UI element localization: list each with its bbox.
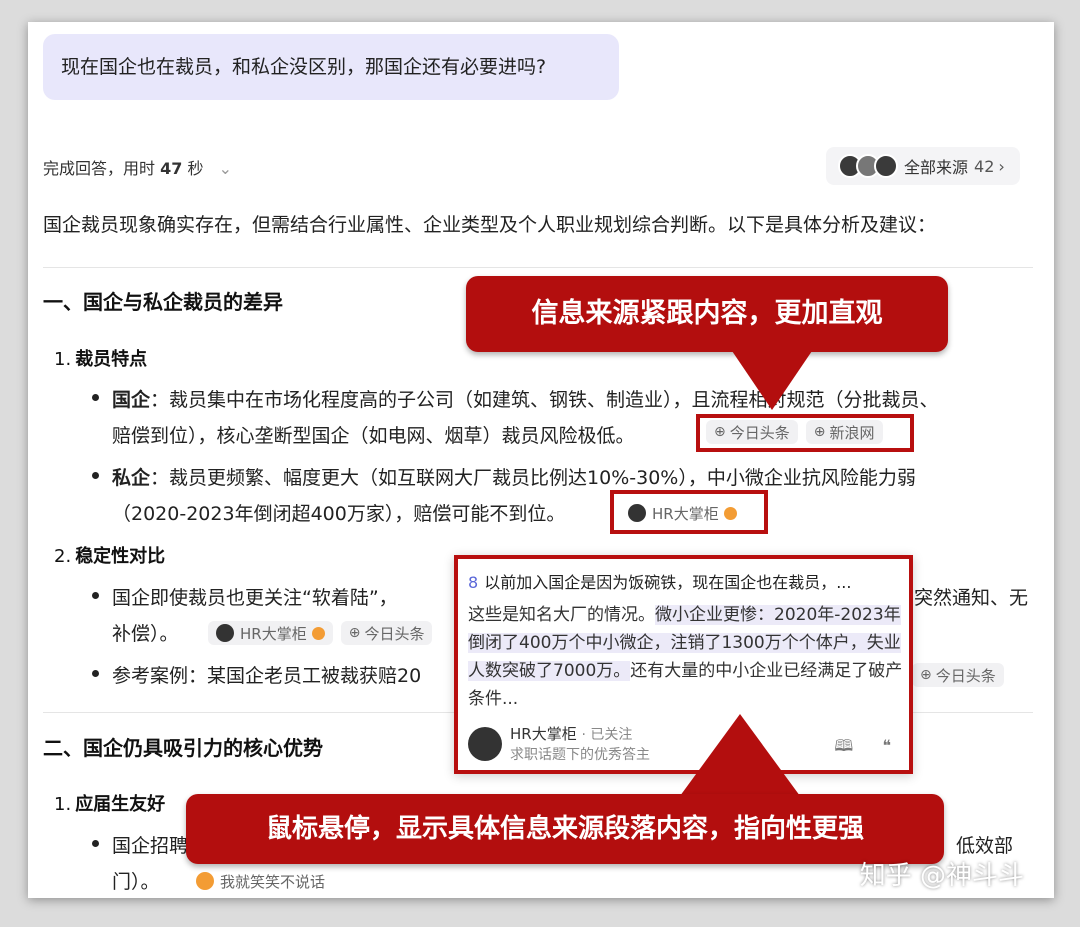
- bullet-dot: [92, 840, 99, 847]
- status-seconds: 47: [160, 159, 183, 178]
- follow-status: · 已关注: [581, 727, 633, 743]
- bullet-text: 国企：裁员集中在市场化程度高的子公司（如建筑、钢铁、制造业），且流程相对规范（分…: [112, 385, 939, 412]
- subsection-number: 1.: [54, 349, 72, 370]
- bullet-text: 国企即使裁员也更关注“软着陆”，: [112, 583, 398, 610]
- callout-bottom: 鼠标悬停，显示具体信息来源段落内容，指向性更强: [186, 794, 944, 864]
- bullet-dot: [92, 472, 99, 479]
- highlight-box: [610, 490, 768, 534]
- avatar: [216, 624, 234, 642]
- card-actions: 🕮 ❝: [834, 735, 891, 762]
- bullet-line: 赔偿到位），核心垄断型国企（如电网、烟草）裁员风险极低。: [112, 425, 635, 447]
- bullet-line: 参考案例：某国企老员工被裁获赔20: [112, 665, 422, 687]
- bullet-text: 国企招聘: [112, 831, 188, 858]
- subsection-title: 裁员特点: [75, 349, 148, 370]
- globe-icon: ⊕: [920, 667, 932, 683]
- sources-label: 全部来源: [904, 158, 969, 177]
- callout-top: 信息来源紧跟内容，更加直观: [466, 276, 948, 352]
- author-info: HR大掌柜 · 已关注 求职话题下的优秀答主: [510, 723, 650, 764]
- source-chips: 我就笑笑不说话: [188, 869, 334, 894]
- bullet-label: 国企: [112, 389, 151, 411]
- chevron-right-icon: ›: [998, 156, 1005, 176]
- highlight-box: [696, 414, 914, 452]
- watermark: 知乎 @神斗斗: [859, 861, 1024, 891]
- author-name: HR大掌柜: [510, 725, 577, 743]
- callout-pointer: [730, 348, 814, 410]
- bullet-dot: [92, 394, 99, 401]
- bullet-line: ：裁员集中在市场化程度高的子公司（如建筑、钢铁、制造业），且流程相对规范（分批裁…: [150, 389, 939, 411]
- globe-icon: ⊕: [348, 625, 361, 641]
- source-chips: HR大掌柜 ⊕ 今日头条: [208, 621, 433, 645]
- source-chip[interactable]: ⊕ 今日头条: [340, 621, 433, 645]
- bullet-text: 私企：裁员更频繁、幅度更大（如互联网大厂裁员比例达10%-30%），中小微企业抗…: [112, 463, 916, 490]
- subsection-title: 稳定性对比: [75, 546, 166, 567]
- bullet-text: 低效部: [956, 831, 1013, 858]
- source-title: 以前加入国企是因为饭碗铁，现在国企也在裁员，...: [484, 573, 852, 592]
- answer-intro: 国企裁员现象确实存在，但需结合行业属性、企业类型及个人职业规划综合判断。以下是具…: [43, 214, 937, 236]
- divider: [43, 267, 1033, 268]
- bullet-line: ：裁员更频繁、幅度更大（如互联网大厂裁员比例达10%-30%），中小微企业抗风险…: [150, 467, 916, 489]
- quote-icon[interactable]: ❝: [882, 736, 891, 755]
- subsection-title: 应届生友好: [75, 794, 166, 815]
- verified-badge-icon: [311, 626, 325, 640]
- bullet-text: 赔偿到位），核心垄断型国企（如电网、烟草）裁员风险极低。: [112, 421, 635, 448]
- bullet-line: 国企招聘: [112, 835, 189, 857]
- bullet-line: 国企即使裁员也更关注“软着陆”，: [112, 587, 398, 609]
- section-heading: 一、国企与私企裁员的差异: [43, 290, 283, 314]
- excerpt-text: 这些是知名大厂的情况。: [468, 605, 655, 625]
- bullet-label: 私企: [112, 467, 151, 489]
- author-desc: 求职话题下的优秀答主: [510, 747, 650, 763]
- subsection-heading: 1. 应届生友好: [54, 790, 165, 816]
- book-icon[interactable]: 🕮: [834, 736, 853, 755]
- bullet-text: （2020-2023年倒闭超400万家），赔偿可能不到位。: [112, 499, 565, 526]
- all-sources-button[interactable]: 全部来源 42 ›: [826, 147, 1020, 185]
- source-chips: ⊕ 今日头条: [912, 663, 1004, 687]
- status-suffix: 秒: [187, 159, 204, 178]
- chip-label: 今日头条: [364, 624, 425, 643]
- avatar: [468, 726, 502, 761]
- bullet-text: 突然通知、无: [914, 583, 1028, 610]
- bullet-line: 补偿）。: [112, 623, 179, 645]
- source-author[interactable]: HR大掌柜 · 已关注 求职话题下的优秀答主: [468, 723, 650, 764]
- source-chip[interactable]: 我就笑笑不说话: [188, 869, 334, 893]
- avatar: [874, 154, 898, 178]
- subsection-number: 2.: [54, 546, 72, 567]
- source-chip[interactable]: HR大掌柜: [208, 621, 333, 645]
- callout-pointer: [680, 714, 800, 796]
- bullet-text: 门）。: [112, 867, 160, 894]
- sources-count: 42: [974, 156, 995, 176]
- chip-label: 我就笑笑不说话: [220, 872, 326, 891]
- section-heading: 二、国企仍具吸引力的核心优势: [43, 736, 323, 760]
- answer-status[interactable]: 完成回答，用时 47 秒 ⌄: [43, 155, 232, 179]
- chip-label: 今日头条: [935, 666, 996, 685]
- status-prefix: 完成回答，用时: [43, 159, 156, 178]
- bullet-line: 门）。: [112, 871, 160, 893]
- source-excerpt: 这些是知名大厂的情况。微小企业更惨：2020年-2023年倒闭了400万个中小微…: [468, 601, 904, 713]
- bullet-text: 补偿）。: [112, 619, 179, 646]
- bullet-dot: [92, 670, 99, 677]
- avatar: [196, 872, 214, 890]
- source-card-title[interactable]: 8 以前加入国企是因为饭碗铁，现在国企也在裁员，...: [468, 569, 851, 593]
- source-index: 8: [468, 573, 479, 592]
- source-avatars: [838, 154, 898, 178]
- bullet-dot: [92, 592, 99, 599]
- subsection-number: 1.: [54, 794, 72, 815]
- question-bubble: 现在国企也在裁员，和私企没区别，那国企还有必要进吗?: [43, 34, 619, 100]
- bullet-line: （2020-2023年倒闭超400万家），赔偿可能不到位。: [112, 503, 566, 525]
- chevron-down-icon[interactable]: ⌄: [219, 159, 232, 178]
- source-chip[interactable]: ⊕ 今日头条: [912, 663, 1004, 687]
- screenshot-frame: 现在国企也在裁员，和私企没区别，那国企还有必要进吗? 完成回答，用时 47 秒 …: [28, 22, 1054, 898]
- subsection-heading: 2. 稳定性对比: [54, 542, 165, 568]
- subsection-heading: 1. 裁员特点: [54, 345, 147, 371]
- bullet-line: 突然通知、无: [914, 587, 1029, 609]
- bullet-line: 低效部: [956, 835, 1014, 857]
- chip-label: HR大掌柜: [240, 624, 307, 643]
- bullet-text: 参考案例：某国企老员工被裁获赔20: [112, 661, 421, 688]
